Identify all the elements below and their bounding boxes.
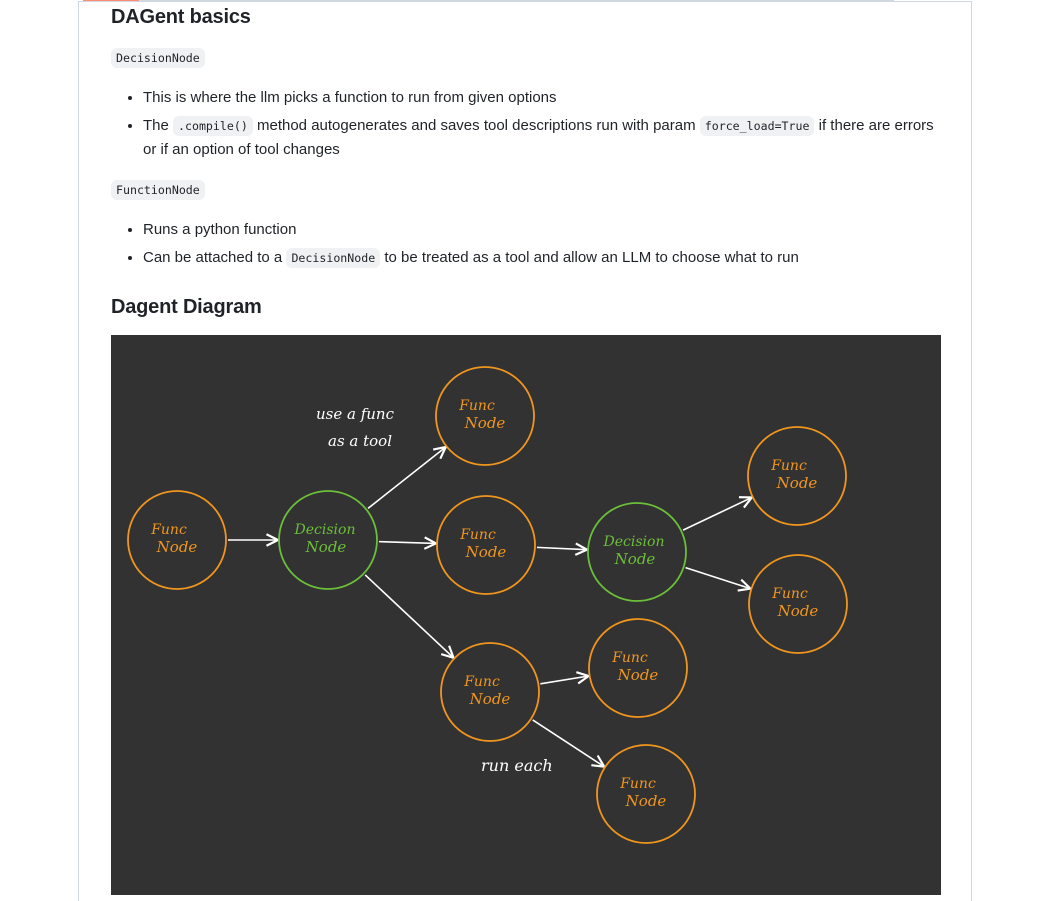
node-label-line2: Node (625, 792, 667, 810)
annotation-as-a-tool: as a tool (328, 432, 392, 450)
node-label-line2: Node (776, 474, 818, 492)
func-node-f8: FuncNode (596, 744, 696, 844)
node-label-line1: Func (611, 650, 648, 666)
decision-node-label: DecisionNode (111, 48, 205, 68)
edge-arrow-d1-f4 (364, 574, 453, 658)
node-label-line1: Func (771, 586, 808, 602)
node-label-line2: Node (469, 690, 511, 708)
func-node-f1: FuncNode (127, 490, 227, 590)
node-label-line2: Node (617, 666, 659, 684)
node-label-line1: Func (463, 674, 500, 690)
annotation-run-each: run each (481, 756, 553, 775)
inline-code: DecisionNode (286, 248, 381, 268)
node-label-line1: Func (459, 527, 496, 543)
list-item-text: This is where the llm picks a function t… (143, 89, 557, 106)
func-node-f4: FuncNode (440, 642, 540, 742)
list-item: This is where the llm picks a function t… (143, 86, 941, 110)
list-item-text: Runs a python function (143, 221, 297, 238)
node-label-line1: Func (770, 458, 807, 474)
section-heading-dagent-diagram: Dagent Diagram (111, 296, 262, 318)
node-label-line1: Func (458, 398, 495, 414)
node-label-line2: Node (464, 414, 506, 432)
node-label-line2: Node (156, 538, 198, 556)
edge-arrow-d1-f3 (378, 542, 436, 544)
inline-code: FunctionNode (111, 180, 205, 200)
edge-arrow-d1-f2 (367, 447, 446, 510)
node-label-line1: Func (150, 522, 187, 538)
decision-node-d2: DecisionNode (587, 502, 687, 602)
edge-arrow-f3-d2 (536, 547, 587, 549)
list-item: Runs a python function (143, 218, 941, 242)
diagram-canvas: FuncNodeDecisionNodeFuncNodeFuncNodeFunc… (127, 366, 848, 844)
list-item: The .compile() method autogenerates and … (143, 114, 941, 162)
func-node-f3: FuncNode (436, 495, 536, 595)
node-label-line2: Node (465, 543, 507, 561)
func-node-f6: FuncNode (748, 554, 848, 654)
func-node-f7: FuncNode (588, 618, 688, 718)
list-item-text: Can be attached to a (143, 249, 287, 266)
list-item-text: The (143, 117, 174, 134)
func-node-f5: FuncNode (747, 426, 847, 526)
annotation-use-func: use a func (316, 405, 395, 423)
dagent-diagram-image: Func Node Decision Node Func Node Func Node Func… (111, 335, 941, 895)
section-heading-dagent-basics: DAGent basics (111, 6, 251, 28)
inline-code: DecisionNode (111, 48, 205, 68)
function-node-label: FunctionNode (111, 180, 205, 200)
list-item-text: to be treated as a tool and allow an LLM… (380, 249, 799, 266)
edge-arrow-d2-f6 (685, 566, 751, 589)
node-label-line2: Node (305, 538, 347, 556)
func-node-f2: FuncNode (435, 366, 535, 466)
node-label-line1: Decision (603, 534, 665, 550)
node-label-line1: Decision (294, 522, 356, 538)
edge-arrow-d2-f5 (682, 497, 752, 531)
decision-node-d1: DecisionNode (278, 490, 378, 590)
node-label-line2: Node (777, 602, 819, 620)
list-item-text: method autogenerates and saves tool desc… (252, 117, 700, 134)
node-label-line2: Node (614, 550, 656, 568)
function-node-list: Runs a python function Can be attached t… (111, 218, 941, 274)
decision-node-list: This is where the llm picks a function t… (111, 86, 941, 166)
edge-arrow-f4-f7 (540, 676, 588, 685)
node-label-line1: Func (619, 776, 656, 792)
inline-code: force_load=True (699, 116, 815, 136)
list-item: Can be attached to a DecisionNode to be … (143, 246, 941, 270)
inline-code: .compile() (173, 116, 253, 136)
